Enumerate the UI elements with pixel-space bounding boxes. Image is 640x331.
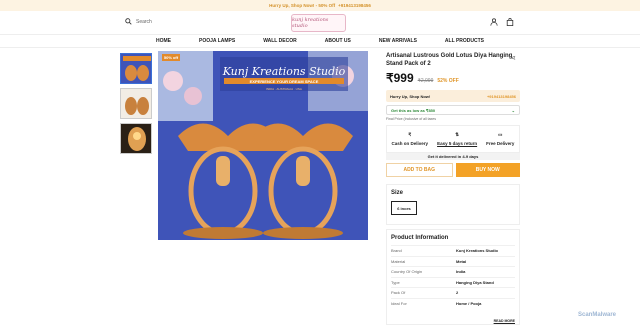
delivery-estimate: Get it delivered in 4-9 days [386,153,520,160]
info-row: Country Of Origin India [391,266,515,277]
truck-icon: ▭ [498,132,503,137]
hurry-phone[interactable]: +919413198456 [487,94,516,99]
search-placeholder: Search [136,18,152,25]
logo-text: kunj kreations studio [292,17,329,29]
info-key: Pack Of [391,290,406,296]
banner-title: Kunj Kreations Studio [222,65,346,78]
thumbnail-1[interactable] [120,53,152,84]
info-value: Hanging Diya Stand [456,279,494,285]
nav-all-products[interactable]: ALL PRODUCTS [445,38,484,44]
feature-label[interactable]: Easy 5 days return [437,141,477,146]
promo-text: Hurry Up, Shop Now! - 50% Off [269,3,336,8]
banner-subtitle: EXPERIENCE YOUR DREAM SPACE [250,79,319,84]
info-value: Home / Pooja [456,300,482,306]
thumbnail-list [120,53,152,158]
feature-label: Cash on Delivery [391,141,429,146]
price-row: ₹999 ₹2,099 52% OFF [386,71,520,85]
return-icon: ⇅ [455,132,459,137]
features-row: ₹ Cash on Delivery ⇅ Easy 5 days return ▭ F… [386,125,520,153]
bag-icon[interactable] [506,18,514,26]
thumbnail-3[interactable] [120,123,152,154]
nav-new-arrivals[interactable]: NEW ARRIVALS [379,38,417,44]
info-value: India [456,269,466,275]
promo-phone[interactable]: +919413198456 [338,3,371,8]
discount-label: 52% OFF [437,78,459,84]
nav-wall-decor[interactable]: WALL DECOR [263,38,297,44]
info-value: Metal [456,258,467,264]
nav-pooja-lamps[interactable]: POOJA LAMPS [199,38,235,44]
size-heading: Size [391,190,404,196]
user-icon[interactable] [490,18,498,26]
action-buttons: ADD TO BAG BUY NOW [386,163,520,177]
info-key: Ideal For [391,300,407,306]
info-row: Material Metal [391,255,515,267]
hurry-text: Hurry Up, Shop Now! [390,93,431,99]
product-information: Product Information Brand Kunj Kreations … [386,229,520,325]
chevron-down-icon: ⌄ [511,107,515,113]
site-header: Search kunj kreations studio [0,11,640,35]
nav-home[interactable]: HOME [156,38,171,44]
banner-small: INDIA · AUSTRALIA · USA [266,87,302,91]
info-key: Type [391,279,400,285]
search-icon [125,18,132,25]
sale-price: ₹999 [386,71,414,85]
watermark: ScanMalware [578,312,617,318]
feature-label: Free Delivery [486,141,515,146]
size-selector: Size 6 inces [386,184,520,225]
product-info-panel: Artisanal Lustrous Gold Lotus Diya Hangi… [386,52,520,325]
product-info-heading: Product Information [391,235,449,241]
main-nav: HOME POOJA LAMPS WALL DECOR ABOUT US NEW… [0,35,640,48]
search-bar[interactable]: Search [125,18,152,25]
discount-badge: 50% off [164,55,179,60]
header-icons [490,18,514,26]
info-row: Brand Kunj Kreations Studio [391,245,515,256]
nav-about-us[interactable]: ABOUT US [325,38,351,44]
product-title: Artisanal Lustrous Gold Lotus Diya Hangi… [386,53,513,67]
tax-note: Final Price (Inclusive of all taxes [386,117,436,121]
feature-delivery: ▭ Free Delivery [486,132,514,146]
site-logo[interactable]: kunj kreations studio [291,14,346,32]
offer-text: Get this as low as ₹850 [391,107,436,113]
info-value: 2 [456,290,459,296]
info-value: Kunj Kreations Studio [456,248,498,254]
read-more-link[interactable]: READ MORE [494,319,515,323]
hurry-banner: Hurry Up, Shop Now! +919413198456 [386,90,520,102]
info-key: Brand [391,248,402,254]
rupee-icon: ₹ [408,132,412,137]
add-to-bag-button[interactable]: ADD TO BAG [386,163,453,177]
original-price: ₹2,099 [417,78,434,84]
promo-bar: Hurry Up, Shop Now! - 50% Off +919413198… [0,0,640,11]
buy-now-button[interactable]: BUY NOW [455,163,520,177]
feature-cod: ₹ Cash on Delivery [392,132,429,146]
info-row: Ideal For Home / Pooja [391,297,515,309]
info-row: Type Hanging Diya Stand [391,276,515,288]
share-icon[interactable]: ⋖ [510,54,516,62]
info-row: Pack Of 2 [391,287,515,298]
main-product-image[interactable]: Kunj Kreations Studio EXPERIENCE YOUR DR… [158,51,368,240]
size-option[interactable]: 6 inces [391,201,417,215]
info-key: Country Of Origin [391,269,423,275]
info-key: Material [391,258,406,264]
feature-return: ⇅ Easy 5 days return [437,132,477,146]
offer-dropdown[interactable]: Get this as low as ₹850 ⌄ [386,105,520,115]
thumbnail-2[interactable] [120,88,152,119]
